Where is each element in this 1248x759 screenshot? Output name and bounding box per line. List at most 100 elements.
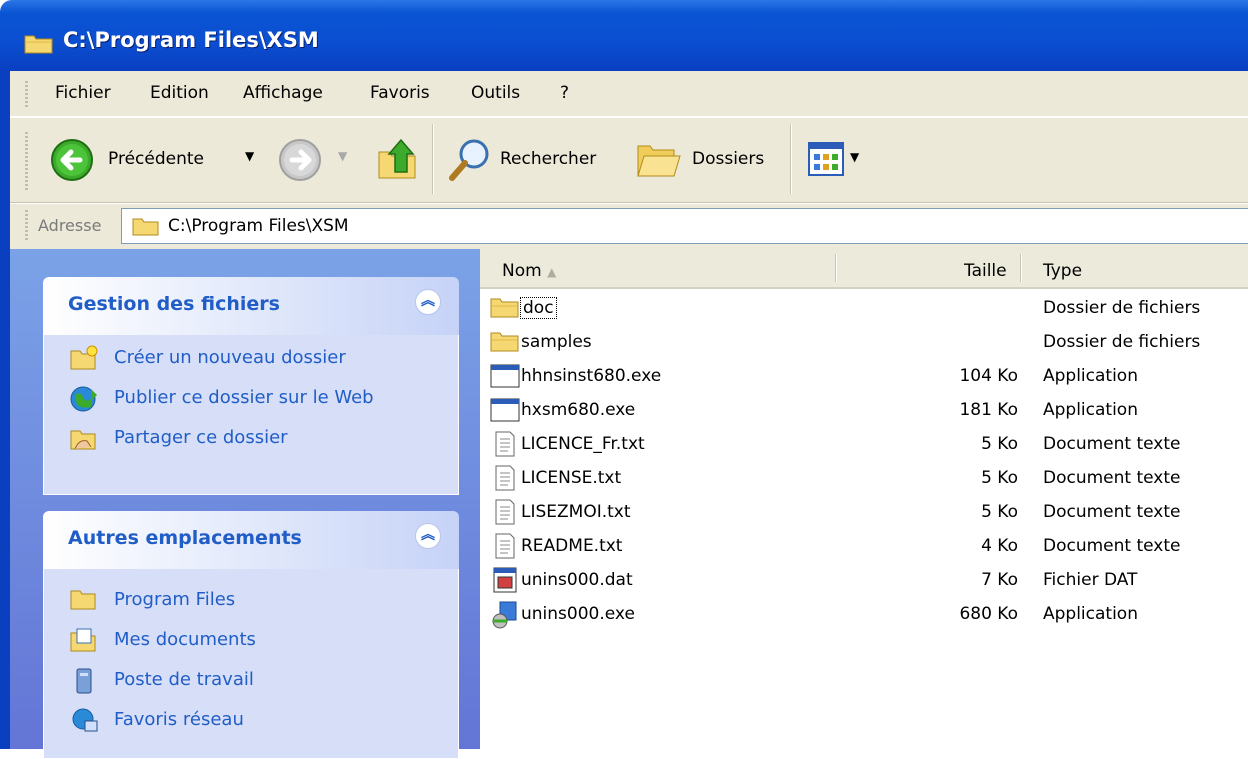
file-row[interactable]: samples Dossier de fichiers (480, 325, 1248, 359)
column-separator[interactable] (1020, 254, 1022, 282)
panel-title: Autres emplacements (68, 527, 302, 549)
folder-icon (490, 295, 520, 324)
my-documents-icon (69, 627, 99, 658)
window-title: C:\Program Files\XSM (63, 28, 319, 52)
text-file-icon (490, 499, 520, 530)
address-input[interactable]: C:\Program Files\XSM (121, 208, 1248, 244)
toolbar-grip[interactable] (25, 132, 28, 192)
views-dropdown-icon[interactable]: ▼ (850, 150, 859, 164)
file-type: Application (1043, 604, 1138, 624)
column-header: Nom ▲ Taille Type (480, 249, 1248, 289)
file-row[interactable]: hxsm680.exe 181 Ko Application (480, 393, 1248, 427)
back-label: Précédente (108, 149, 204, 169)
my-computer-icon (69, 667, 99, 700)
search-icon (446, 136, 492, 187)
menu-affichage[interactable]: Affichage (243, 83, 323, 103)
forward-button[interactable]: ▼ (278, 138, 358, 182)
file-list[interactable]: Nom ▲ Taille Type doc Dossier de fichier… (480, 249, 1248, 749)
search-label: Rechercher (500, 149, 597, 169)
place-label: Program Files (114, 589, 236, 610)
file-row[interactable]: LICENSE.txt 5 Ko Document texte (480, 461, 1248, 495)
network-places-icon (69, 707, 99, 740)
file-size: 181 Ko (959, 400, 1018, 420)
file-name: LICENCE_Fr.txt (521, 434, 645, 454)
file-row[interactable]: LICENCE_Fr.txt 5 Ko Document texte (480, 427, 1248, 461)
column-separator[interactable] (835, 254, 837, 282)
column-size-header[interactable]: Taille (964, 261, 1007, 281)
file-row[interactable]: LISEZMOI.txt 5 Ko Document texte (480, 495, 1248, 529)
task-label: Partager ce dossier (114, 427, 288, 448)
panel-header[interactable]: Gestion des fichiers ︽ (43, 277, 459, 335)
menu-favoris[interactable]: Favoris (370, 83, 430, 103)
menu-help[interactable]: ? (560, 83, 569, 103)
place-label: Mes documents (114, 629, 256, 650)
folders-label: Dossiers (692, 149, 765, 169)
file-name: unins000.exe (521, 604, 635, 624)
file-row[interactable]: unins000.exe 680 Ko Application (480, 597, 1248, 631)
toolbar: Précédente ▼ ▼ Rechercher Dossiers ▼ (10, 117, 1248, 203)
file-tasks-panel: Gestion des fichiers ︽ Créer un nouveau … (43, 277, 459, 495)
up-folder-button[interactable] (375, 136, 421, 182)
title-bar[interactable]: C:\Program Files\XSM (0, 0, 1248, 71)
text-file-icon (490, 431, 520, 462)
file-size: 4 Ko (981, 536, 1018, 556)
file-type: Document texte (1043, 434, 1181, 454)
share-folder-icon (69, 425, 99, 456)
file-row[interactable]: hhnsinst680.exe 104 Ko Application (480, 359, 1248, 393)
file-size: 5 Ko (981, 468, 1018, 488)
forward-dropdown-icon[interactable]: ▼ (338, 149, 347, 163)
folder-icon (132, 216, 160, 241)
collapse-chevron-icon[interactable]: ︽ (415, 523, 441, 549)
file-name: LICENSE.txt (521, 468, 622, 488)
up-folder-icon (375, 138, 421, 187)
folder-icon (24, 32, 54, 59)
file-name: README.txt (521, 536, 623, 556)
application-icon (490, 363, 520, 394)
file-type: Fichier DAT (1043, 570, 1138, 590)
search-button[interactable]: Rechercher (446, 136, 616, 182)
file-name: hhnsinst680.exe (521, 366, 662, 386)
file-size: 5 Ko (981, 434, 1018, 454)
folder-icon (69, 587, 99, 616)
window-frame (0, 71, 10, 749)
file-type: Document texte (1043, 502, 1181, 522)
address-value: C:\Program Files\XSM (168, 216, 349, 236)
address-bar: Adresse C:\Program Files\XSM (10, 203, 1248, 249)
views-icon (808, 142, 844, 181)
dat-file-icon (490, 567, 520, 598)
place-label: Favoris réseau (114, 709, 244, 730)
collapse-chevron-icon[interactable]: ︽ (415, 289, 441, 315)
file-name: doc (520, 297, 557, 319)
address-grip[interactable] (25, 210, 28, 242)
column-type-header[interactable]: Type (1043, 261, 1082, 281)
menu-grip[interactable] (25, 81, 28, 109)
forward-arrow-icon (278, 138, 322, 187)
folders-button[interactable]: Dossiers (636, 136, 786, 182)
new-folder-icon (69, 345, 99, 376)
folder-icon (490, 329, 520, 358)
panel-body: Program Files Mes documents Poste de tra… (43, 569, 459, 759)
file-type: Dossier de fichiers (1043, 332, 1201, 352)
address-label: Adresse (38, 216, 102, 235)
views-button[interactable]: ▼ (808, 142, 868, 178)
file-row[interactable]: doc Dossier de fichiers (480, 291, 1248, 325)
file-size: 680 Ko (959, 604, 1018, 624)
file-name: samples (521, 332, 592, 352)
application-icon (490, 397, 520, 428)
task-pane: Gestion des fichiers ︽ Créer un nouveau … (10, 249, 480, 759)
panel-header[interactable]: Autres emplacements ︽ (43, 511, 459, 569)
panel-title: Gestion des fichiers (68, 293, 280, 315)
back-button[interactable]: Précédente ▼ (50, 138, 265, 182)
file-row[interactable]: unins000.dat 7 Ko Fichier DAT (480, 563, 1248, 597)
file-name: unins000.dat (521, 570, 633, 590)
file-size: 104 Ko (959, 366, 1018, 386)
menu-edition[interactable]: Edition (150, 83, 209, 103)
file-row[interactable]: README.txt 4 Ko Document texte (480, 529, 1248, 563)
menu-outils[interactable]: Outils (471, 83, 520, 103)
file-type: Document texte (1043, 468, 1181, 488)
text-file-icon (490, 533, 520, 564)
column-name-header[interactable]: Nom ▲ (502, 261, 556, 281)
menu-fichier[interactable]: Fichier (55, 83, 111, 103)
task-label: Publier ce dossier sur le Web (114, 387, 374, 408)
back-dropdown-icon[interactable]: ▼ (245, 149, 254, 163)
